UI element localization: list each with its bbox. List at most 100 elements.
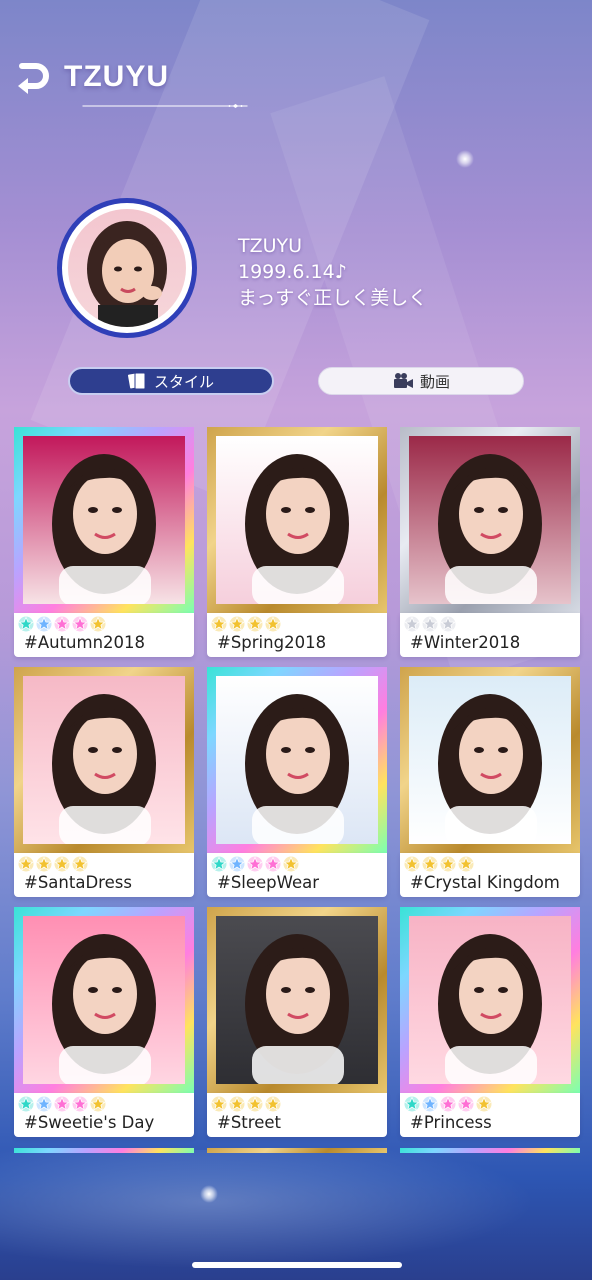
star-icon bbox=[440, 616, 456, 632]
style-card[interactable]: #Princess bbox=[400, 907, 580, 1137]
card-label: #Princess bbox=[400, 1093, 580, 1137]
star-icon bbox=[211, 616, 227, 632]
profile-name: TZUYU bbox=[238, 235, 303, 257]
tab-video[interactable]: 動画 bbox=[318, 367, 524, 395]
rarity-stars bbox=[404, 616, 456, 632]
star-icon bbox=[440, 856, 456, 872]
profile-motto: まっすぐ正しく美しく bbox=[238, 287, 428, 309]
card-photo bbox=[409, 676, 571, 844]
avatar-photo bbox=[68, 209, 186, 327]
card-photo bbox=[216, 436, 378, 604]
back-button[interactable] bbox=[14, 62, 50, 96]
card-label: #Spring2018 bbox=[207, 613, 387, 657]
star-icon bbox=[440, 1096, 456, 1112]
card-frame bbox=[207, 427, 387, 613]
card-photo bbox=[409, 916, 571, 1084]
card-name: #Princess bbox=[410, 1113, 492, 1132]
profile-birthday: 1999.6.14♪ bbox=[238, 261, 347, 283]
card-name: #Crystal Kingdom bbox=[410, 873, 560, 892]
style-card[interactable]: #Winter2018 bbox=[400, 427, 580, 657]
star-icon bbox=[72, 856, 88, 872]
star-icon bbox=[265, 856, 281, 872]
star-icon bbox=[247, 856, 263, 872]
star-icon bbox=[283, 856, 299, 872]
card-name: #Spring2018 bbox=[217, 633, 327, 652]
rarity-stars bbox=[404, 856, 474, 872]
style-card[interactable]: #Street bbox=[207, 907, 387, 1137]
card-label: #Crystal Kingdom bbox=[400, 853, 580, 897]
card-photo bbox=[23, 676, 185, 844]
star-icon bbox=[404, 1096, 420, 1112]
card-frame bbox=[400, 907, 580, 1093]
star-icon bbox=[476, 1096, 492, 1112]
star-icon bbox=[36, 856, 52, 872]
card-name: #Sweetie's Day bbox=[24, 1113, 155, 1132]
rarity-stars bbox=[211, 856, 299, 872]
star-icon bbox=[404, 856, 420, 872]
card-label: #Street bbox=[207, 1093, 387, 1137]
tab-style-label: スタイル bbox=[153, 372, 214, 391]
star-icon bbox=[247, 1096, 263, 1112]
star-icon bbox=[54, 856, 70, 872]
avatar bbox=[57, 198, 197, 338]
card-peek bbox=[14, 1148, 194, 1153]
star-icon bbox=[72, 616, 88, 632]
page-title: TZUYU bbox=[64, 60, 169, 93]
rarity-stars bbox=[18, 1096, 106, 1112]
back-arrow-icon bbox=[18, 63, 49, 94]
style-card[interactable]: #Autumn2018 bbox=[14, 427, 194, 657]
star-icon bbox=[458, 856, 474, 872]
card-name: #Autumn2018 bbox=[24, 633, 146, 652]
card-label: #Winter2018 bbox=[400, 613, 580, 657]
rarity-stars bbox=[211, 1096, 281, 1112]
star-icon bbox=[265, 1096, 281, 1112]
star-icon bbox=[72, 1096, 88, 1112]
star-icon bbox=[18, 1096, 34, 1112]
tab-style[interactable]: スタイル bbox=[68, 367, 274, 395]
style-card[interactable]: #Crystal Kingdom bbox=[400, 667, 580, 897]
card-name: #SantaDress bbox=[24, 873, 132, 892]
cards-icon bbox=[127, 372, 146, 390]
star-icon bbox=[422, 856, 438, 872]
star-icon bbox=[54, 616, 70, 632]
star-icon bbox=[211, 1096, 227, 1112]
star-icon bbox=[247, 616, 263, 632]
header-divider bbox=[82, 104, 248, 108]
home-indicator[interactable] bbox=[192, 1262, 402, 1268]
star-icon bbox=[90, 616, 106, 632]
card-frame bbox=[14, 427, 194, 613]
card-frame bbox=[400, 427, 580, 613]
card-peek bbox=[207, 1148, 387, 1153]
card-frame bbox=[400, 667, 580, 853]
card-label: #Autumn2018 bbox=[14, 613, 194, 657]
card-photo bbox=[23, 916, 185, 1084]
card-peek bbox=[400, 1148, 580, 1153]
background-glow bbox=[0, 1150, 592, 1280]
sparkle-decoration bbox=[200, 1185, 218, 1203]
card-name: #SleepWear bbox=[217, 873, 320, 892]
star-icon bbox=[422, 616, 438, 632]
card-frame bbox=[207, 667, 387, 853]
style-card[interactable]: #SleepWear bbox=[207, 667, 387, 897]
card-label: #SleepWear bbox=[207, 853, 387, 897]
style-card[interactable]: #Spring2018 bbox=[207, 427, 387, 657]
rarity-stars bbox=[18, 856, 88, 872]
star-icon bbox=[229, 616, 245, 632]
sparkle-decoration bbox=[456, 150, 474, 168]
star-icon bbox=[265, 616, 281, 632]
star-icon bbox=[36, 1096, 52, 1112]
rarity-stars bbox=[18, 616, 106, 632]
star-icon bbox=[54, 1096, 70, 1112]
tab-video-label: 動画 bbox=[419, 372, 450, 391]
style-card[interactable]: #Sweetie's Day bbox=[14, 907, 194, 1137]
header: TZUYU bbox=[0, 50, 592, 120]
card-label: #SantaDress bbox=[14, 853, 194, 897]
video-camera-icon bbox=[393, 373, 413, 388]
card-frame bbox=[207, 907, 387, 1093]
star-icon bbox=[404, 616, 420, 632]
star-icon bbox=[18, 616, 34, 632]
rarity-stars bbox=[404, 1096, 492, 1112]
star-icon bbox=[229, 1096, 245, 1112]
style-card[interactable]: #SantaDress bbox=[14, 667, 194, 897]
star-icon bbox=[36, 616, 52, 632]
